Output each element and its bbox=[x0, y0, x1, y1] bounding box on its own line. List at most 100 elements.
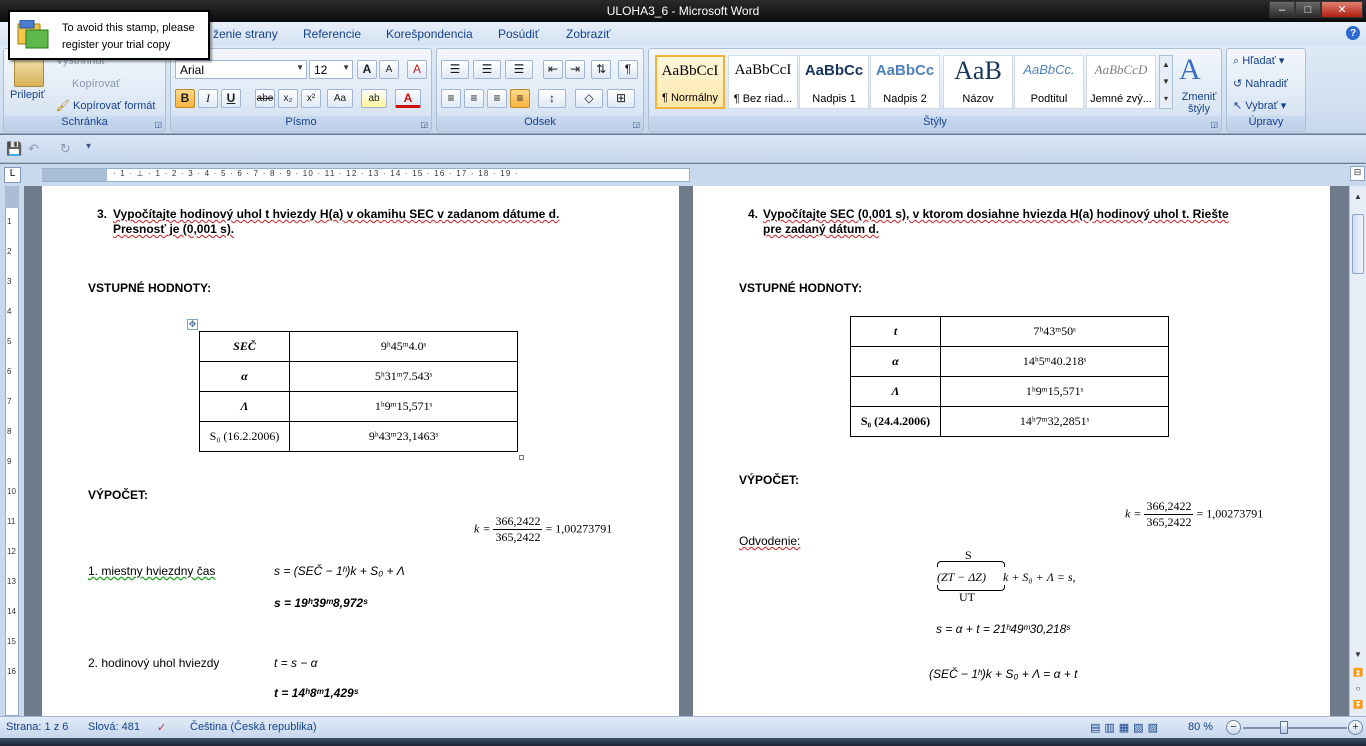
tab-selector[interactable]: L bbox=[4, 167, 21, 183]
style-subtle-emphasis[interactable]: AaBbCcD Jemné zvý... bbox=[1086, 55, 1156, 109]
line-spacing-icon[interactable]: ↕ bbox=[538, 89, 566, 108]
copy-button[interactable]: Kopírovať bbox=[56, 78, 120, 90]
minimize-button[interactable]: – bbox=[1269, 1, 1295, 18]
bold-button[interactable]: B bbox=[175, 89, 195, 108]
paste-button[interactable]: Prilepiť bbox=[10, 89, 45, 101]
change-styles-icon[interactable]: A bbox=[1179, 53, 1201, 87]
zoom-in-button[interactable]: + bbox=[1348, 720, 1363, 735]
style-no-spacing[interactable]: AaBbCcI ¶ Bez riad... bbox=[728, 55, 798, 109]
dialog-launcher-icon[interactable]: ◲ bbox=[420, 120, 428, 129]
sort-icon[interactable]: ⇅ bbox=[591, 60, 611, 79]
view-mode-icons[interactable]: ▤▥▦▧▨ bbox=[1090, 721, 1162, 734]
ruler-track[interactable]: · 1 · ⊥ · 1 · 2 · 3 · 4 · 5 · 6 · 7 · 8 … bbox=[42, 168, 690, 182]
dialog-launcher-icon[interactable]: ◲ bbox=[154, 120, 162, 129]
style-heading1[interactable]: AaBbCc Nadpis 1 bbox=[799, 55, 869, 109]
table-value: 9ʰ45ᵐ4.0ˢ bbox=[289, 331, 518, 362]
editing-group: ⌕ Hľadať ▾ ↺ Nahradiť ↖ Vybrať ▾ Úpravy bbox=[1226, 48, 1306, 132]
page-right[interactable]: 4. Vypočítajte SEC (0,001 s), v ktorom d… bbox=[693, 186, 1330, 716]
pilcrow-icon[interactable]: ¶ bbox=[618, 60, 638, 79]
k-numerator: 366,2422 bbox=[493, 514, 543, 530]
style-normal[interactable]: AaBbCcI ¶ Normálny bbox=[655, 55, 725, 109]
font-color-icon[interactable]: A bbox=[395, 89, 421, 108]
dialog-launcher-icon[interactable]: ◲ bbox=[632, 120, 640, 129]
language[interactable]: Čeština (Česká republika) bbox=[190, 721, 317, 733]
scroll-down-icon[interactable]: ▼ bbox=[1352, 650, 1364, 662]
next-page-icon[interactable]: ⏬ bbox=[1352, 700, 1364, 712]
bullets-icon[interactable]: ☰ bbox=[441, 60, 469, 79]
font-name-combo[interactable]: Arial ▼ bbox=[175, 60, 307, 79]
replace-button[interactable]: ↺ Nahradiť bbox=[1233, 77, 1288, 90]
vruler-tick: 2 bbox=[7, 247, 12, 256]
format-painter-button[interactable]: 🖌 Kopírovať formát bbox=[56, 99, 155, 112]
zoom-level[interactable]: 80 % bbox=[1188, 721, 1213, 733]
browse-object-icon[interactable]: ○ bbox=[1352, 684, 1364, 696]
undo-icon[interactable]: ↶ bbox=[28, 141, 39, 157]
change-styles-button[interactable]: Zmeniť štýly bbox=[1179, 91, 1219, 115]
style-sample: AaBbCcD bbox=[1094, 62, 1148, 77]
previous-page-icon[interactable]: ⏫ bbox=[1352, 668, 1364, 680]
proofing-icon[interactable]: ✓ bbox=[157, 721, 166, 734]
select-button[interactable]: ↖ Vybrať ▾ bbox=[1233, 99, 1286, 112]
scrollbar-thumb[interactable] bbox=[1352, 214, 1364, 274]
word-count[interactable]: Slová: 481 bbox=[88, 721, 140, 733]
style-title[interactable]: AaB Názov bbox=[943, 55, 1013, 109]
superscript-button[interactable]: x² bbox=[301, 89, 321, 108]
k-equation: k = 366,2422 365,2422 = 1,00273791 bbox=[474, 514, 612, 545]
find-button[interactable]: ⌕ Hľadať ▾ bbox=[1233, 54, 1284, 68]
dialog-launcher-icon[interactable]: ◲ bbox=[1210, 120, 1218, 129]
grow-font-icon[interactable]: A bbox=[357, 60, 377, 79]
stamp-line2: register your trial copy bbox=[62, 39, 171, 51]
customize-qat-icon[interactable]: ▾ bbox=[86, 141, 91, 152]
vertical-scrollbar[interactable]: ▲ ▼ ⏫ ○ ⏬ bbox=[1349, 186, 1366, 716]
save-icon[interactable]: 💾 bbox=[6, 141, 22, 157]
task-text-line2: pre zadaný dátum d. bbox=[763, 222, 880, 236]
underline-button[interactable]: U bbox=[221, 89, 241, 108]
shading-icon[interactable]: ◇ bbox=[575, 89, 603, 108]
styles-scroll-buttons[interactable]: ▲ ▼ ▾ bbox=[1159, 55, 1173, 109]
table-row: Λ 1ʰ9ᵐ15,571ˢ bbox=[850, 376, 1169, 407]
strikethrough-button[interactable]: abe bbox=[255, 89, 275, 108]
borders-icon[interactable]: ⊞ bbox=[607, 89, 635, 108]
multilevel-list-icon[interactable]: ☰ bbox=[505, 60, 533, 79]
clear-formatting-icon[interactable]: A bbox=[407, 60, 427, 79]
page-count[interactable]: Strana: 1 z 6 bbox=[6, 721, 68, 733]
change-case-button[interactable]: Aa bbox=[327, 89, 353, 108]
help-icon[interactable]: ? bbox=[1346, 26, 1360, 40]
italic-button[interactable]: I bbox=[198, 89, 218, 108]
align-left-icon[interactable]: ≡ bbox=[441, 89, 461, 108]
tab-references[interactable]: Referencie bbox=[303, 27, 361, 41]
font-size-combo[interactable]: 12 ▼ bbox=[309, 60, 353, 79]
tab-page-layout[interactable]: ženie strany bbox=[213, 27, 278, 41]
zoom-slider-track[interactable] bbox=[1243, 727, 1347, 729]
shrink-font-icon[interactable]: A bbox=[379, 60, 399, 79]
highlight-icon[interactable]: ab bbox=[361, 89, 387, 108]
stamp-text: To avoid this stamp, please register you… bbox=[62, 20, 195, 54]
tab-review[interactable]: Posúdiť bbox=[498, 27, 539, 41]
quick-access-toolbar: 💾 ↶ ↻ ▾ bbox=[0, 135, 1366, 163]
tab-mailings[interactable]: Korešpondencia bbox=[386, 27, 473, 41]
increase-indent-icon[interactable]: ⇥ bbox=[565, 60, 585, 79]
scroll-up-icon[interactable]: ▲ bbox=[1352, 192, 1364, 204]
zoom-slider-thumb[interactable] bbox=[1280, 721, 1288, 734]
justify-icon[interactable]: ≡ bbox=[510, 89, 530, 108]
page-left[interactable]: 3. Vypočítajte hodinový uhol t hviezdy H… bbox=[42, 186, 679, 716]
view-ruler-icon[interactable]: ⊟ bbox=[1350, 166, 1365, 181]
maximize-button[interactable]: □ bbox=[1295, 1, 1321, 18]
zoom-out-button[interactable]: − bbox=[1226, 720, 1241, 735]
close-button[interactable]: ✕ bbox=[1321, 1, 1363, 18]
decrease-indent-icon[interactable]: ⇤ bbox=[543, 60, 563, 79]
table-move-handle-icon[interactable]: ✥ bbox=[187, 319, 198, 330]
align-center-icon[interactable]: ≡ bbox=[464, 89, 484, 108]
align-right-icon[interactable]: ≡ bbox=[487, 89, 507, 108]
vruler-tick: 16 bbox=[7, 667, 16, 676]
style-heading2[interactable]: AaBbCc Nadpis 2 bbox=[870, 55, 940, 109]
numbering-icon[interactable]: ☰ bbox=[473, 60, 501, 79]
table-label: S₀ (24.4.2006) bbox=[850, 406, 941, 437]
style-name: Názov bbox=[962, 93, 994, 105]
table-resize-handle[interactable] bbox=[519, 455, 524, 460]
subscript-button[interactable]: x₂ bbox=[278, 89, 298, 108]
redo-icon[interactable]: ↻ bbox=[60, 141, 71, 157]
vruler-track[interactable]: 1 2 3 4 5 6 7 8 9 10 11 12 13 14 15 16 bbox=[5, 186, 19, 716]
tab-view[interactable]: Zobraziť bbox=[566, 27, 611, 41]
style-subtitle[interactable]: AaBbCc. Podtitul bbox=[1014, 55, 1084, 109]
